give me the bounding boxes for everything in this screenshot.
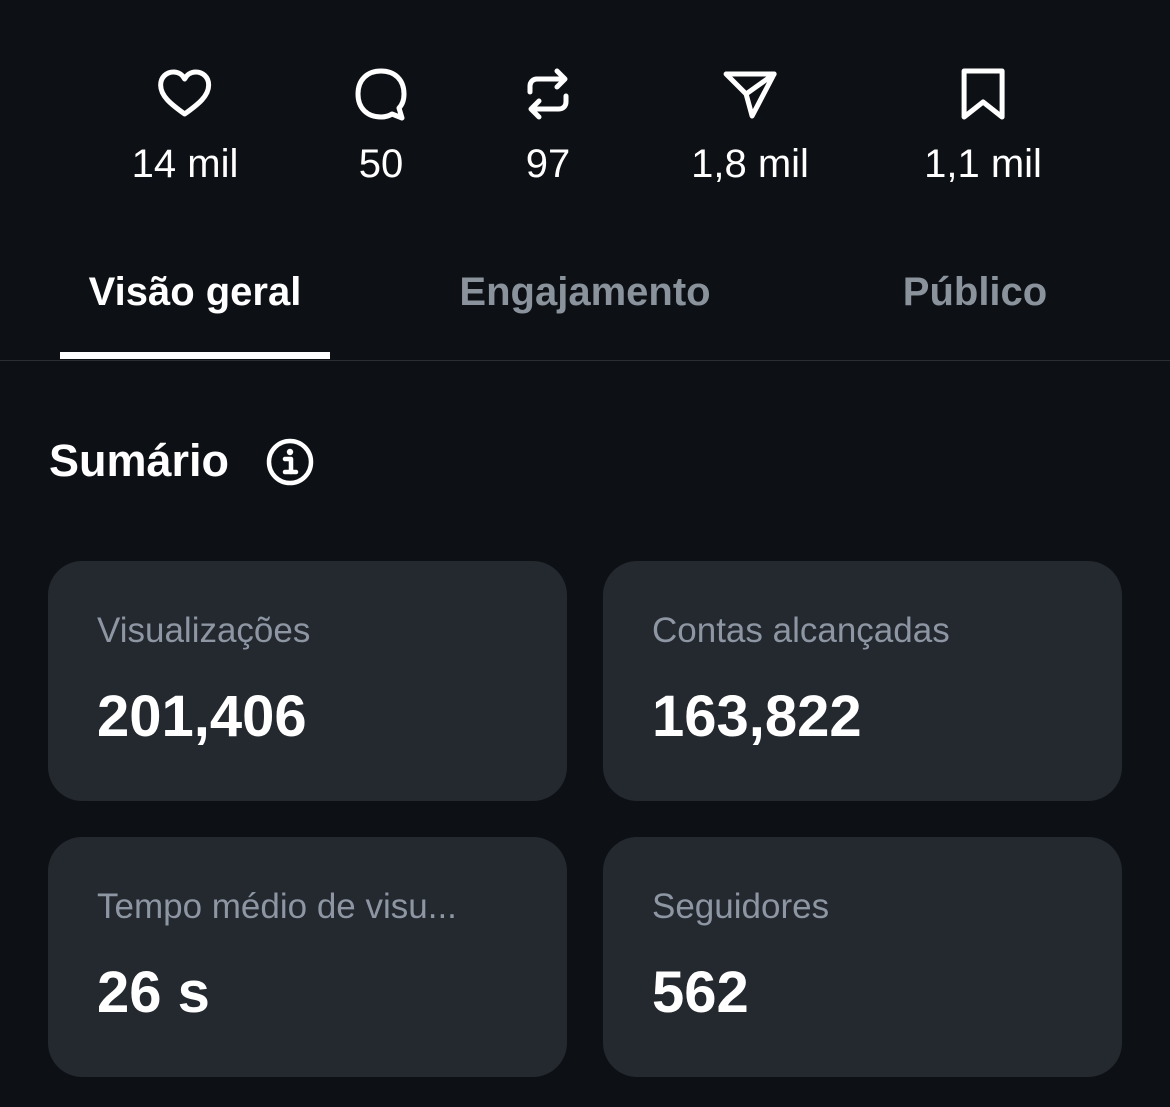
followers-card[interactable]: Seguidores 562 — [603, 837, 1122, 1077]
views-value: 201,406 — [97, 684, 307, 749]
share-icon[interactable] — [718, 62, 782, 126]
active-tab-indicator — [60, 352, 330, 359]
like-count: 14 mil — [131, 142, 239, 186]
bookmark-stat[interactable]: 1,1 mil — [924, 62, 1042, 186]
comment-icon[interactable] — [349, 62, 413, 126]
bookmark-count: 1,1 mil — [924, 142, 1042, 186]
tab-overview[interactable]: Visão geral — [89, 268, 302, 316]
repost-count: 97 — [525, 142, 571, 186]
share-count: 1,8 mil — [691, 142, 809, 186]
repost-icon[interactable] — [516, 62, 580, 126]
average-watch-time-value: 26 s — [97, 960, 210, 1025]
summary-title: Sumário — [49, 435, 230, 486]
followers-label: Seguidores — [652, 887, 830, 926]
average-watch-time-label: Tempo médio de visu... — [97, 887, 457, 926]
views-card[interactable]: Visualizações 201,406 — [48, 561, 567, 801]
average-watch-time-card[interactable]: Tempo médio de visu... 26 s — [48, 837, 567, 1077]
tab-engagement[interactable]: Engajamento — [459, 268, 710, 316]
repost-stat[interactable]: 97 — [516, 62, 580, 186]
accounts-reached-value: 163,822 — [652, 684, 862, 749]
views-label: Visualizações — [97, 611, 311, 650]
comment-stat[interactable]: 50 — [349, 62, 413, 186]
tab-bar: Visão geral Engajamento Público — [0, 240, 1170, 361]
heart-icon[interactable] — [153, 62, 217, 126]
followers-value: 562 — [652, 960, 749, 1025]
accounts-reached-label: Contas alcançadas — [652, 611, 950, 650]
comment-count: 50 — [358, 142, 404, 186]
share-stat[interactable]: 1,8 mil — [691, 62, 809, 186]
accounts-reached-card[interactable]: Contas alcançadas 163,822 — [603, 561, 1122, 801]
info-icon[interactable] — [265, 437, 315, 487]
tab-audience[interactable]: Público — [903, 268, 1047, 316]
like-stat[interactable]: 14 mil — [131, 62, 239, 186]
bookmark-icon[interactable] — [951, 62, 1015, 126]
